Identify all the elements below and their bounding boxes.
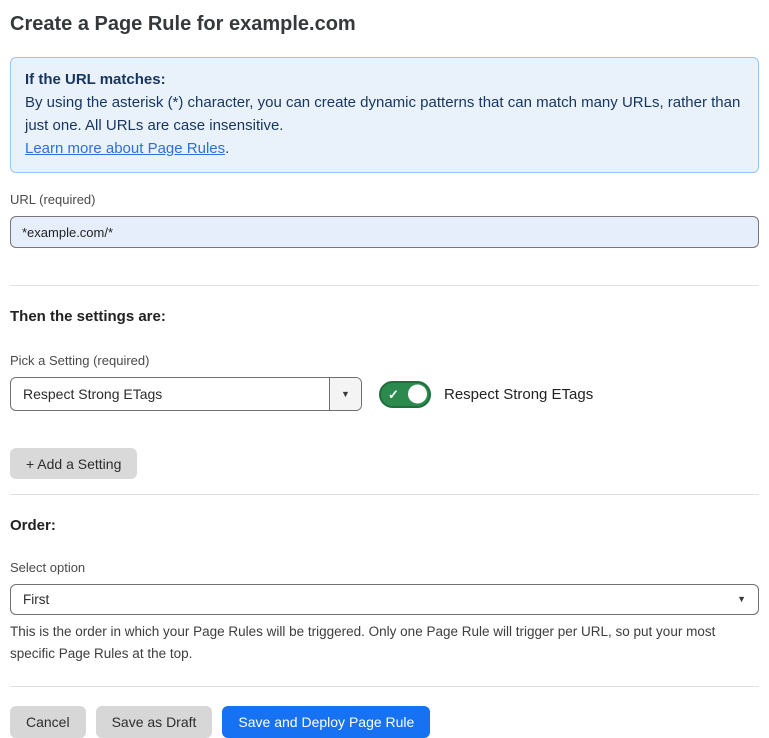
page-title: Create a Page Rule for example.com <box>10 12 759 36</box>
url-field-label: URL (required) <box>10 192 759 208</box>
url-match-info-box: If the URL matches: By using the asteris… <box>10 57 759 173</box>
cancel-button[interactable]: Cancel <box>10 706 86 738</box>
save-and-deploy-button[interactable]: Save and Deploy Page Rule <box>222 706 430 738</box>
order-section-heading: Order: <box>10 517 759 535</box>
link-period: . <box>225 140 229 157</box>
order-select-label: Select option <box>10 560 759 576</box>
check-icon: ✓ <box>388 388 399 401</box>
order-select[interactable]: First ▼ <box>10 584 759 615</box>
order-help-text: This is the order in which your Page Rul… <box>10 621 755 665</box>
save-as-draft-button[interactable]: Save as Draft <box>96 706 213 738</box>
setting-toggle-label: Respect Strong ETags <box>444 386 593 403</box>
chevron-down-icon: ▼ <box>341 390 350 399</box>
divider <box>10 686 759 687</box>
setting-toggle[interactable]: ✓ <box>379 381 431 408</box>
order-select-value: First <box>23 592 49 607</box>
setting-dropdown-arrow-button[interactable]: ▼ <box>329 378 361 410</box>
info-box-link-line: Learn more about Page Rules. <box>25 137 744 160</box>
divider <box>10 285 759 286</box>
toggle-knob <box>408 385 427 404</box>
setting-row: Respect Strong ETags ▼ ✓ Respect Strong … <box>10 377 759 411</box>
learn-more-link[interactable]: Learn more about Page Rules <box>25 140 225 157</box>
add-setting-button[interactable]: + Add a Setting <box>10 448 137 479</box>
info-box-heading: If the URL matches: <box>25 68 744 91</box>
setting-dropdown-value: Respect Strong ETags <box>11 378 329 410</box>
setting-picker-label: Pick a Setting (required) <box>10 353 759 369</box>
chevron-down-icon: ▼ <box>737 595 746 604</box>
info-box-body: By using the asterisk (*) character, you… <box>25 91 744 137</box>
setting-dropdown[interactable]: Respect Strong ETags ▼ <box>10 377 362 411</box>
footer-actions: Cancel Save as Draft Save and Deploy Pag… <box>10 706 759 738</box>
url-input[interactable] <box>10 216 759 248</box>
settings-section-heading: Then the settings are: <box>10 308 759 326</box>
divider <box>10 494 759 495</box>
